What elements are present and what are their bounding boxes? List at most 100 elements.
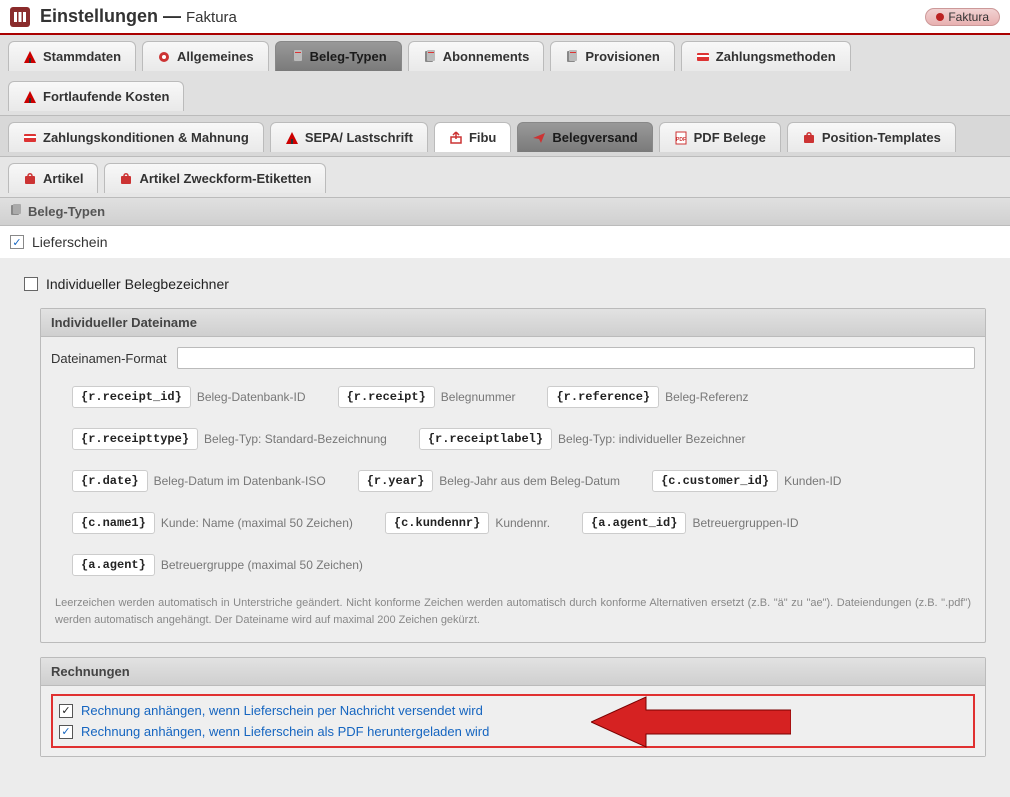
tab-label: Allgemeines — [177, 49, 254, 64]
checkbox-pdf-anhang[interactable]: ✓ — [59, 725, 73, 739]
token-desc: Kunden-ID — [784, 474, 841, 488]
doc-icon — [565, 50, 579, 64]
tab-label: PDF Belege — [694, 130, 766, 145]
bag-icon — [802, 131, 816, 145]
tab-label: Belegversand — [552, 130, 637, 145]
doc-icon — [290, 50, 304, 64]
stammdaten-icon — [23, 90, 37, 104]
tab-position-templates[interactable]: Position-Templates — [787, 122, 956, 152]
doc-icon — [423, 50, 437, 64]
stammdaten-icon — [285, 131, 299, 145]
token-item[interactable]: {r.date} Beleg-Datum im Datenbank-ISO — [61, 465, 337, 497]
tab-label: Position-Templates — [822, 130, 941, 145]
token-desc: Betreuergruppen-ID — [692, 516, 798, 530]
token-desc: Kunde: Name (maximal 50 Zeichen) — [161, 516, 353, 530]
token-desc: Beleg-Referenz — [665, 390, 748, 404]
checkbox-indiv-bezeichner[interactable] — [24, 277, 38, 291]
tab-label: Artikel Zweckform-Etiketten — [139, 171, 311, 186]
token-item[interactable]: {r.year} Beleg-Jahr aus dem Beleg-Datum — [347, 465, 631, 497]
token-desc: Betreuergruppe (maximal 50 Zeichen) — [161, 558, 363, 572]
token-item[interactable]: {a.agent_id} Betreuergruppen-ID — [571, 507, 809, 539]
panel-rechnungen: Rechnungen ✓ Rechnung anhängen, wenn Lie… — [40, 657, 986, 757]
token-item[interactable]: {r.receipttype}Beleg-Typ: Standard-Bezei… — [61, 423, 398, 455]
checkbox-lieferschein[interactable]: ✓ — [10, 235, 24, 249]
token-item[interactable]: {c.kundennr}Kundennr. — [374, 507, 561, 539]
token-desc: Beleg-Datum im Datenbank-ISO — [154, 474, 326, 488]
token-code: {a.agent} — [72, 554, 155, 576]
panel-dateiname: Individueller Dateiname Dateinamen-Forma… — [40, 308, 986, 643]
gear-icon — [157, 50, 171, 64]
token-code: {r.date} — [72, 470, 148, 492]
tab-label: Beleg-Typen — [310, 49, 387, 64]
token-code: {c.customer_id} — [652, 470, 778, 492]
label-dateinamen-format: Dateinamen-Format — [51, 351, 167, 366]
tab-label: Zahlungskonditionen & Mahnung — [43, 130, 249, 145]
token-code: {r.receiptlabel} — [419, 428, 552, 450]
tab-zahlungskonditionen-mahnung[interactable]: Zahlungskonditionen & Mahnung — [8, 122, 264, 152]
input-dateinamen-format[interactable] — [177, 347, 975, 369]
token-code: {r.receipttype} — [72, 428, 198, 450]
faktura-badge[interactable]: Faktura — [925, 8, 1000, 26]
tab-artikel-zweckform-etiketten[interactable]: Artikel Zweckform-Etiketten — [104, 163, 326, 193]
token-code: {r.receipt} — [338, 386, 435, 408]
svg-text:PDF: PDF — [676, 137, 686, 143]
tab-sepa-lastschrift[interactable]: SEPA/ Lastschrift — [270, 122, 428, 152]
tab-label: Abonnements — [443, 49, 530, 64]
tab-fortlaufende-kosten[interactable]: Fortlaufende Kosten — [8, 81, 184, 111]
bag-icon — [119, 172, 133, 186]
tabs-row-3: Artikel Artikel Zweckform-Etiketten — [0, 157, 1010, 198]
page-title: Einstellungen — Faktura — [40, 6, 237, 27]
tab-fibu[interactable]: Fibu — [434, 122, 511, 152]
row-nachricht-anhang[interactable]: ✓ Rechnung anhängen, wenn Lieferschein p… — [59, 700, 967, 721]
token-item[interactable]: {r.reference} Beleg-Referenz — [536, 381, 759, 413]
token-item[interactable]: {a.agent} Betreuergruppe (maximal 50 Zeic… — [61, 549, 374, 581]
callout-arrow-icon — [591, 692, 791, 752]
tab-zahlungsmethoden[interactable]: Zahlungsmethoden — [681, 41, 851, 71]
row-indiv-bezeichner[interactable]: Individueller Belegbezeichner — [24, 272, 986, 302]
token-code: {r.reference} — [547, 386, 659, 408]
token-desc: Beleg-Typ: individueller Bezeichner — [558, 432, 745, 446]
tab-stammdaten[interactable]: Stammdaten — [8, 41, 136, 71]
tab-label: Provisionen — [585, 49, 659, 64]
pdf-icon: PDF — [674, 131, 688, 145]
token-desc: Kundennr. — [495, 516, 550, 530]
faktura-dot-icon — [936, 13, 944, 21]
row-pdf-anhang[interactable]: ✓ Rechnung anhängen, wenn Lieferschein a… — [59, 721, 967, 742]
token-desc: Beleg-Datenbank-ID — [197, 390, 306, 404]
token-code: {a.agent_id} — [582, 512, 686, 534]
section-bar: Beleg-Typen — [0, 198, 1010, 226]
highlight-box: ✓ Rechnung anhängen, wenn Lieferschein p… — [51, 694, 975, 748]
panel-rechnungen-header: Rechnungen — [41, 658, 985, 686]
token-desc: Belegnummer — [441, 390, 516, 404]
topbar: Einstellungen — Faktura Faktura — [0, 0, 1010, 35]
item-lieferschein[interactable]: ✓ Lieferschein — [0, 226, 1010, 258]
checkbox-nachricht-anhang[interactable]: ✓ — [59, 704, 73, 718]
tab-label: Fortlaufende Kosten — [43, 89, 169, 104]
tab-artikel[interactable]: Artikel — [8, 163, 98, 193]
token-item[interactable]: {c.name1} Kunde: Name (maximal 50 Zeichen… — [61, 507, 364, 539]
panel-dateiname-header: Individueller Dateiname — [41, 309, 985, 337]
hint-text: Leerzeichen werden automatisch in Unters… — [51, 581, 975, 632]
tabs-row-2: Zahlungskonditionen & Mahnung SEPA/ Lasts… — [0, 116, 1010, 157]
tab-abonnements[interactable]: Abonnements — [408, 41, 545, 71]
token-code: {r.year} — [358, 470, 434, 492]
bag-icon — [23, 172, 37, 186]
tab-pdf-belege[interactable]: PDF PDF Belege — [659, 122, 781, 152]
token-item[interactable]: {r.receiptlabel} Beleg-Typ: individueller… — [408, 423, 757, 455]
tab-beleg-typen[interactable]: Beleg-Typen — [275, 41, 402, 71]
token-code: {r.receipt_id} — [72, 386, 191, 408]
stammdaten-icon — [23, 50, 37, 64]
token-item[interactable]: {r.receipt} Belegnummer — [327, 381, 527, 413]
tab-allgemeines[interactable]: Allgemeines — [142, 41, 269, 71]
body-area: Individueller Belegbezeichner Individuel… — [0, 258, 1010, 797]
token-code: {c.name1} — [72, 512, 155, 534]
token-desc: Beleg-Jahr aus dem Beleg-Datum — [439, 474, 620, 488]
token-item[interactable]: {c.customer_id} Kunden-ID — [641, 465, 852, 497]
tab-provisionen[interactable]: Provisionen — [550, 41, 674, 71]
tab-label: Stammdaten — [43, 49, 121, 64]
tab-belegversand[interactable]: Belegversand — [517, 122, 652, 152]
doc-icon — [10, 204, 22, 219]
tabs-row-1: Stammdaten Allgemeines Beleg-Typen Abonneme… — [0, 35, 1010, 116]
tab-label: SEPA/ Lastschrift — [305, 130, 413, 145]
token-item[interactable]: {r.receipt_id} Beleg-Datenbank-ID — [61, 381, 317, 413]
